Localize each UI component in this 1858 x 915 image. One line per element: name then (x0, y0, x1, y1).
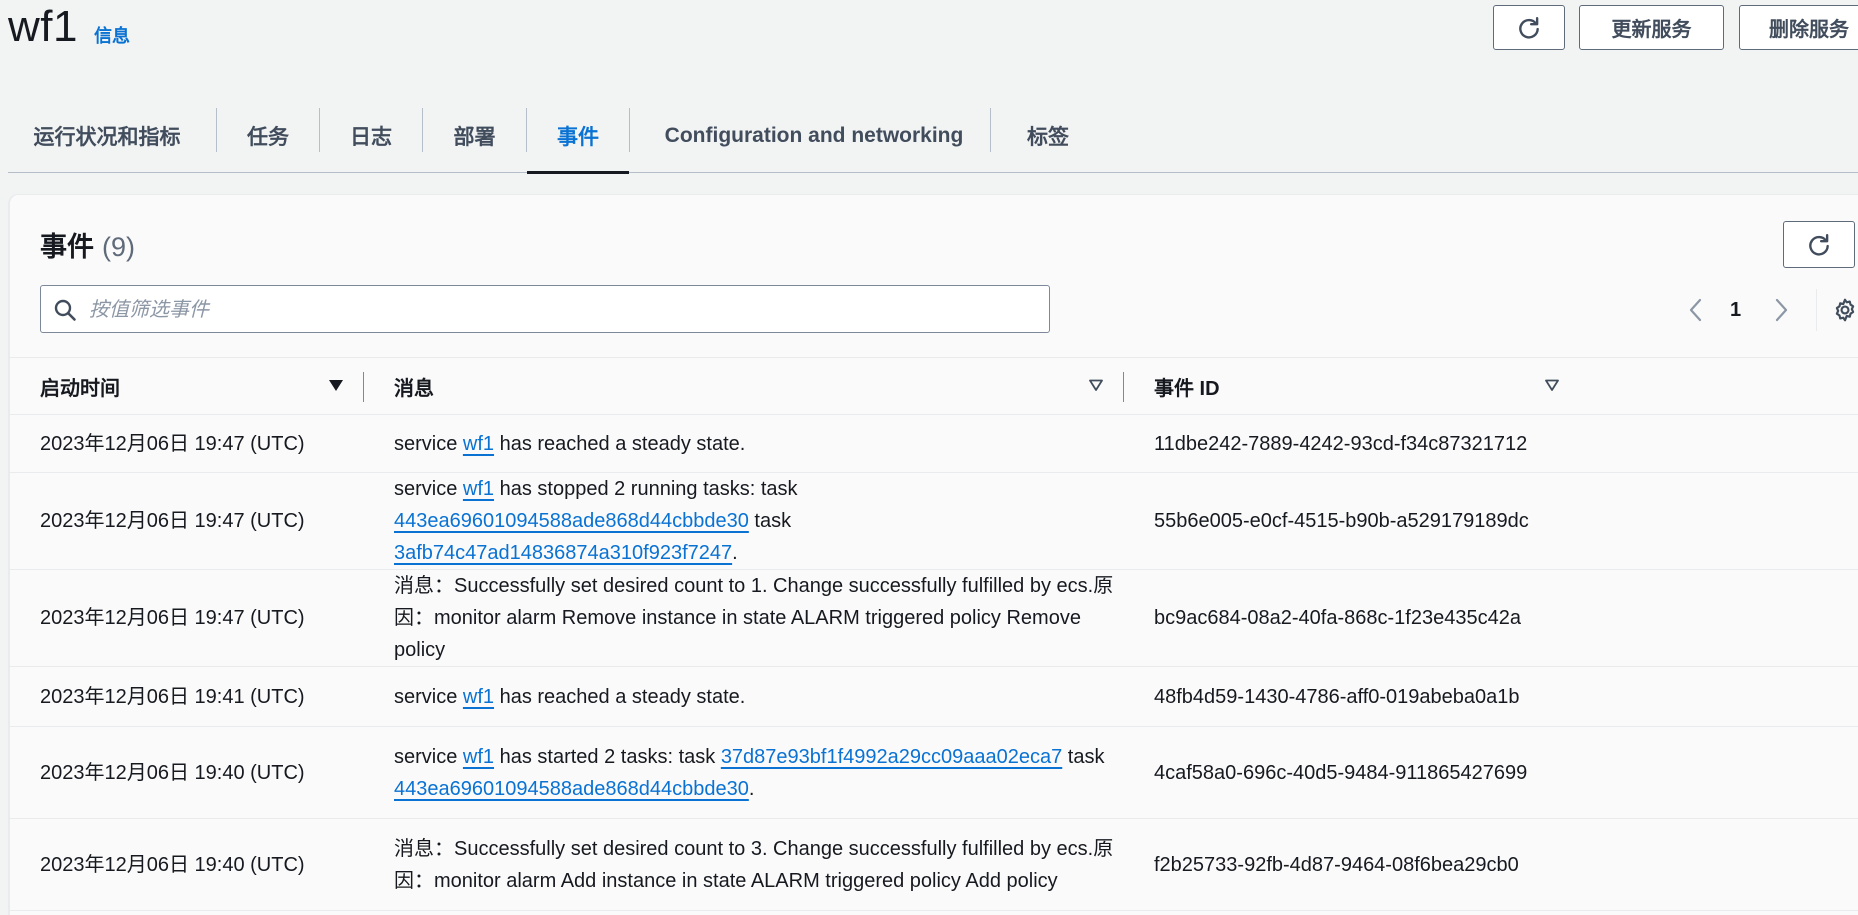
column-header-event-id[interactable]: 事件 ID (1124, 357, 1858, 415)
cell-event-id: 48fb4d59-1430-4786-aff0-019abeba0a1b (1124, 666, 1858, 727)
column-label-time: 启动时间 (40, 377, 120, 400)
tab-configuration-networking[interactable]: Configuration and networking (630, 100, 998, 172)
table-header-row: 启动时间 消息 事件 ID (10, 357, 1858, 415)
task-link[interactable]: 443ea69601094588ade868d44cbbde30 (394, 510, 749, 532)
task-link[interactable]: 443ea69601094588ade868d44cbbde30 (394, 778, 749, 800)
tab-divider (990, 108, 991, 152)
cell-time: 2023年12月06日 19:47 (UTC) (10, 414, 364, 473)
message-text: has reached a steady state. (494, 685, 746, 708)
cell-time: 2023年12月06日 19:40 (UTC) (10, 726, 364, 819)
service-link[interactable]: wf1 (463, 746, 494, 768)
search-input[interactable] (87, 294, 1021, 326)
message-text: has started 2 tasks: task (494, 745, 721, 768)
pager-divider (1816, 289, 1817, 331)
cell-time: 2023年12月06日 19:47 (UTC) (10, 569, 364, 667)
tab-tasks[interactable]: 任务 (217, 100, 319, 172)
chevron-right-icon[interactable] (1770, 297, 1792, 323)
cell-event-id: bc9ac684-08a2-40fa-868c-1f23e435c42a (1124, 569, 1858, 667)
cell-time: 2023年12月06日 19:40 (UTC) (10, 818, 364, 911)
search-icon (54, 299, 76, 321)
events-heading: 事件 (9) (40, 225, 135, 264)
tab-bar: 运行状况和指标 任务 日志 部署 事件 Configuration and ne… (8, 100, 1858, 174)
task-link[interactable]: 3afb74c47ad14836874a310f923f7247 (394, 542, 732, 564)
page-title: wf1 (8, 2, 78, 51)
table-row: 2023年12月06日 19:40 (UTC) 消息：Successfully … (10, 818, 1858, 911)
events-panel: 事件 (9) 1 启动时间 (8, 194, 1858, 915)
cell-event-id: 55b6e005-e0cf-4515-b90b-a529179189dc (1124, 472, 1858, 570)
delete-service-button[interactable]: 删除服务 (1739, 5, 1858, 50)
cell-event-id: f2b25733-92fb-4d87-9464-08f6bea29cb0 (1124, 818, 1858, 911)
service-link[interactable]: wf1 (463, 433, 494, 455)
cell-time: 2023年12月06日 19:41 (UTC) (10, 666, 364, 727)
column-header-time[interactable]: 启动时间 (10, 357, 364, 415)
refresh-icon (1519, 16, 1539, 39)
service-link[interactable]: wf1 (463, 686, 494, 708)
message-text: has reached a steady state. (494, 432, 746, 455)
table-row: 2023年12月06日 19:47 (UTC) 消息：Successfully … (10, 569, 1858, 667)
cell-event-id: 4caf58a0-696c-40d5-9484-911865427699 (1124, 726, 1858, 819)
events-table-body: 2023年12月06日 19:47 (UTC) service wf1 has … (10, 414, 1858, 911)
tab-tags[interactable]: 标签 (998, 100, 1098, 172)
message-text: service (394, 432, 463, 455)
events-title: 事件 (40, 232, 94, 262)
message-text: task (748, 510, 792, 532)
message-text: service (394, 745, 463, 768)
message-text: task (1062, 745, 1105, 768)
events-refresh-button[interactable] (1783, 221, 1855, 268)
tab-deployments[interactable]: 部署 (423, 100, 526, 172)
tab-events[interactable]: 事件 (527, 100, 629, 174)
message-text: . (748, 777, 755, 800)
cell-message: 消息：Successfully set desired count to 3. … (364, 818, 1124, 911)
column-label-event-id: 事件 ID (1154, 377, 1220, 400)
message-text: has stopped 2 running tasks: task (494, 478, 798, 500)
sort-caret-icon[interactable] (1544, 377, 1560, 393)
task-link[interactable]: 37d87e93bf1f4992a29cc09aaa02eca7 (721, 746, 1062, 768)
refresh-button[interactable] (1493, 5, 1565, 50)
cell-message: service wf1 has reached a steady state. (364, 666, 1124, 727)
message-text: service (394, 685, 463, 708)
events-count: (9) (102, 232, 135, 262)
cell-message: service wf1 has stopped 2 running tasks:… (364, 472, 1124, 570)
info-link[interactable]: 信息 (94, 22, 130, 48)
tab-health-metrics[interactable]: 运行状况和指标 (8, 100, 206, 172)
cell-message: 消息：Successfully set desired count to 1. … (364, 569, 1124, 667)
message-text: service (394, 478, 463, 500)
column-header-message[interactable]: 消息 (364, 357, 1124, 415)
update-service-button[interactable]: 更新服务 (1579, 5, 1724, 50)
table-row: 2023年12月06日 19:40 (UTC) service wf1 has … (10, 726, 1858, 819)
cell-event-id: 11dbe242-7889-4242-93cd-f34c87321712 (1124, 414, 1858, 473)
cell-time: 2023年12月06日 19:47 (UTC) (10, 472, 364, 570)
cell-message: service wf1 has started 2 tasks: task 37… (364, 726, 1124, 819)
events-search (40, 285, 1050, 333)
sort-caret-icon[interactable] (1088, 377, 1104, 393)
table-row: 2023年12月06日 19:47 (UTC) service wf1 has … (10, 414, 1858, 473)
refresh-icon (1809, 233, 1829, 256)
cell-message: service wf1 has reached a steady state. (364, 414, 1124, 473)
sort-descending-icon[interactable] (328, 377, 344, 393)
gear-icon[interactable] (1832, 297, 1858, 323)
column-label-message: 消息 (394, 377, 434, 400)
current-page-number[interactable]: 1 (1730, 299, 1741, 322)
service-link[interactable]: wf1 (463, 478, 494, 500)
chevron-left-icon[interactable] (1685, 297, 1707, 323)
table-row: 2023年12月06日 19:47 (UTC) service wf1 has … (10, 472, 1858, 570)
message-text: . (732, 542, 738, 564)
table-row: 2023年12月06日 19:41 (UTC) service wf1 has … (10, 666, 1858, 727)
tab-logs[interactable]: 日志 (320, 100, 422, 172)
events-table: 启动时间 消息 事件 ID 2023年12月06日 19:47 (UTC) se… (10, 357, 1858, 911)
